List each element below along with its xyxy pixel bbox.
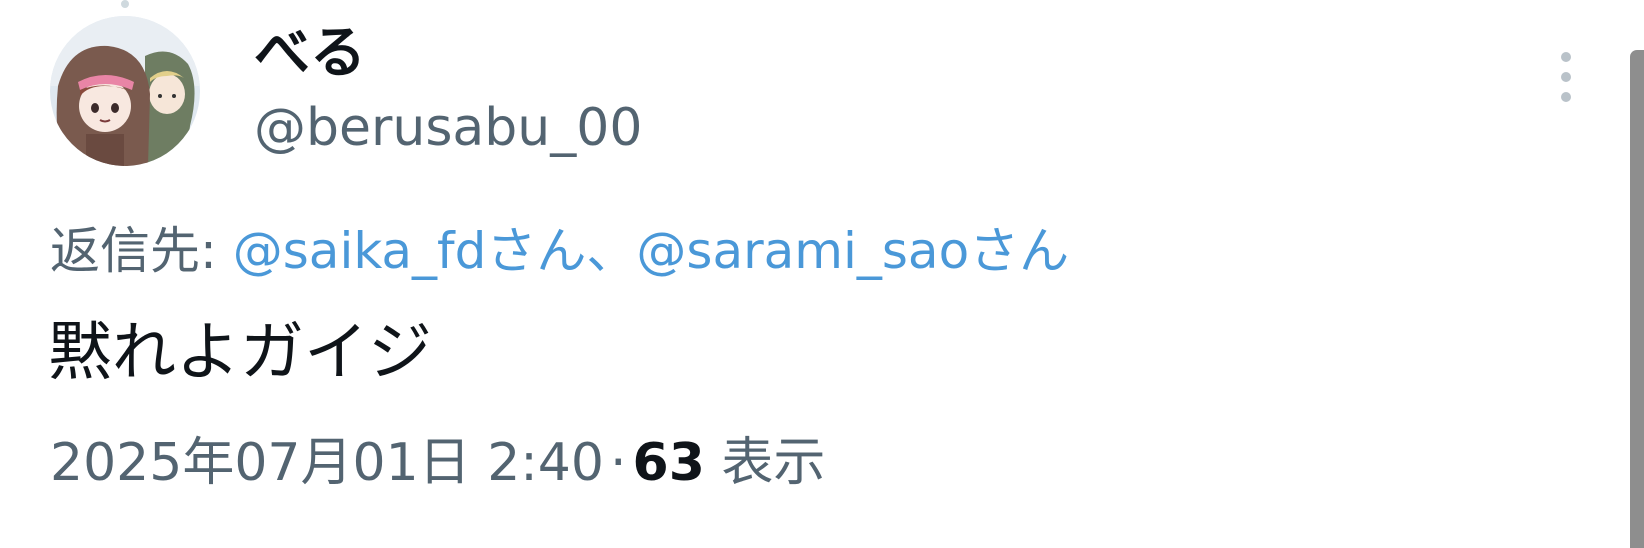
- reply-to-line: 返信先: @saika_fdさん、@sarami_saoさん: [50, 216, 1069, 286]
- tweet-meta: 2025年07月01日 2:40 · 63 表示: [50, 428, 825, 498]
- author-handle[interactable]: @berusabu_00: [254, 94, 642, 162]
- scrollbar[interactable]: [1630, 50, 1644, 548]
- meta-separator: ·: [609, 433, 627, 493]
- reply-to-label: 返信先:: [50, 222, 233, 280]
- views-label: 表示: [721, 433, 826, 493]
- reply-mention-separator: 、: [586, 222, 637, 280]
- more-options-button[interactable]: [1546, 50, 1586, 110]
- views-count: 63: [632, 433, 705, 493]
- tweet-detail: べる @berusabu_00 返信先: @saika_fdさん、@sarami…: [0, 0, 1644, 548]
- tweet-timestamp[interactable]: 2025年07月01日 2:40: [50, 433, 604, 493]
- thread-connector-line: [121, 0, 129, 8]
- avatar[interactable]: [50, 16, 200, 166]
- reply-mention-link[interactable]: @saika_fdさん: [233, 222, 587, 280]
- tweet-text: 黙れよガイジ: [48, 316, 432, 390]
- author-display-name[interactable]: べる: [254, 18, 366, 90]
- reply-mention-link[interactable]: @sarami_saoさん: [636, 222, 1069, 280]
- avatar-image: [50, 16, 200, 166]
